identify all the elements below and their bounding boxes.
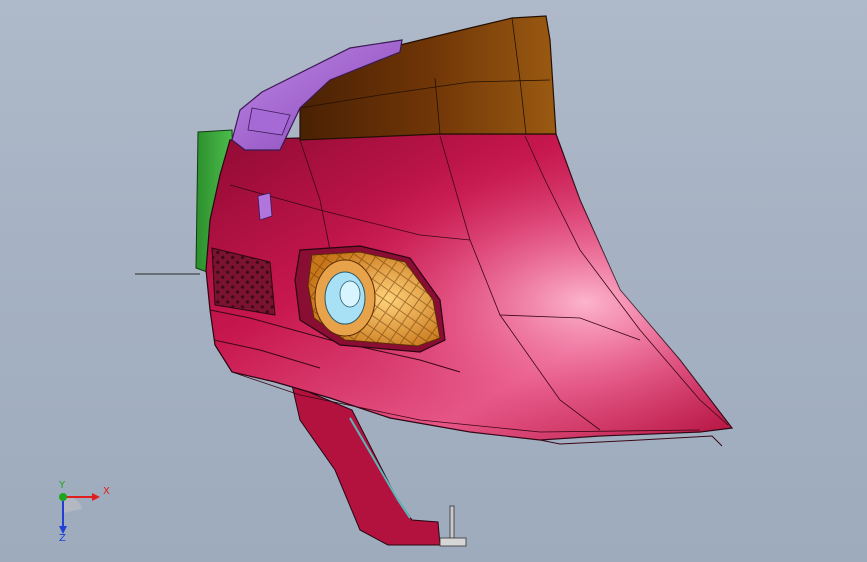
side-clip xyxy=(257,192,273,221)
z-axis-label: Z xyxy=(59,533,66,544)
graphics-viewport[interactable]: X Y Z xyxy=(0,0,867,562)
x-axis-label: X xyxy=(103,486,110,497)
upper-trim xyxy=(299,15,557,141)
bumper-model[interactable] xyxy=(0,0,867,562)
y-axis-icon xyxy=(59,493,67,501)
mount-pin xyxy=(449,505,455,543)
y-axis-label: Y xyxy=(59,480,66,491)
axis-triad[interactable]: X Y Z xyxy=(40,476,120,546)
